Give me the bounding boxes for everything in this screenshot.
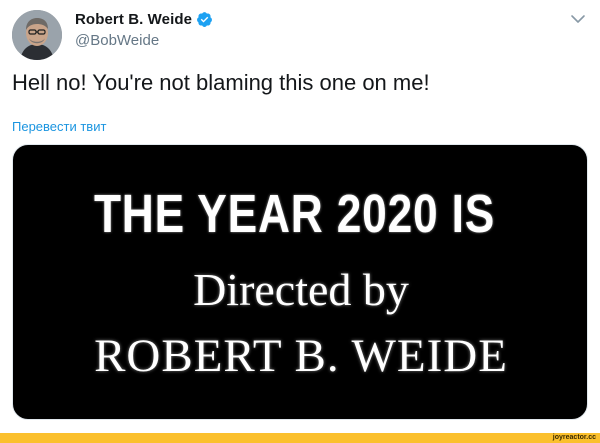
watermark-text: joyreactor.cc <box>552 434 596 441</box>
verified-badge-icon <box>196 11 213 28</box>
author-display-name[interactable]: Robert B. Weide <box>75 11 192 28</box>
avatar[interactable] <box>12 10 62 60</box>
media-text-line-1: THE YEAR 2020 IS <box>93 184 496 244</box>
chevron-down-icon[interactable] <box>569 12 587 24</box>
tweet-card: Robert B. Weide @BobWeide Hell no! You'r… <box>0 0 600 433</box>
profile-photo <box>12 10 62 60</box>
watermark-bar <box>0 433 600 443</box>
translate-tweet-link[interactable]: Перевести твит <box>12 119 106 134</box>
media-text-line-2: Directed by <box>193 264 409 315</box>
media-text-line-3: ROBERT B. WEIDE <box>94 330 508 382</box>
author-name-row: Robert B. Weide <box>75 11 213 28</box>
tweet-media-image[interactable]: THE YEAR 2020 IS Directed by ROBERT B. W… <box>12 144 588 420</box>
author-handle[interactable]: @BobWeide <box>75 32 159 49</box>
tweet-text: Hell no! You're not blaming this one on … <box>12 70 430 95</box>
